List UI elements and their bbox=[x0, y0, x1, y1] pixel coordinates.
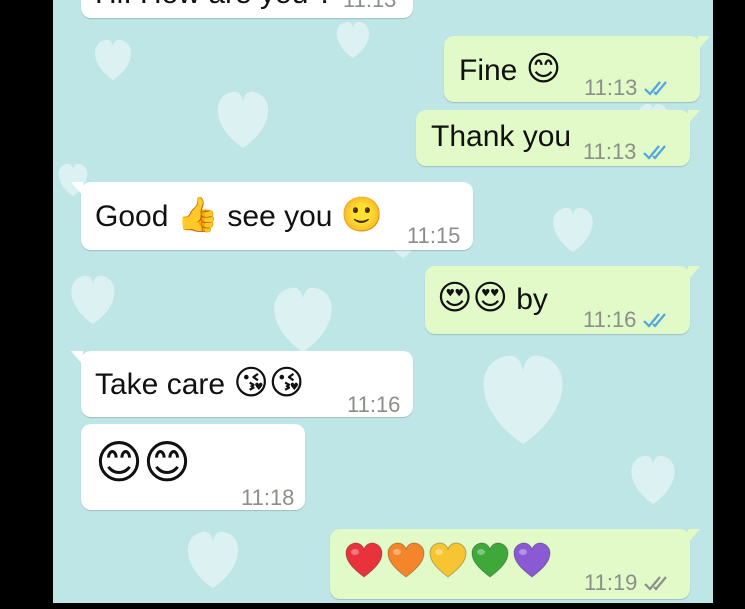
message-time: 11:19 bbox=[584, 570, 638, 595]
message-outgoing[interactable]: Fine 😊 11:13 bbox=[444, 36, 710, 102]
message-time: 11:16 bbox=[347, 392, 401, 417]
red-heart-emoji bbox=[345, 542, 383, 578]
message-status: 11:19 bbox=[584, 565, 673, 601]
kissing-face-emoji: 😘😘 bbox=[233, 363, 305, 403]
green-heart-emoji bbox=[471, 542, 509, 578]
wallpaper-heart-shape bbox=[631, 455, 675, 504]
message-time: 11:13 bbox=[583, 139, 637, 164]
message-status: 11:16 bbox=[583, 302, 672, 338]
message-incoming[interactable]: 😊😊 11:18 bbox=[81, 424, 305, 510]
slight-smile-emoji: 🙂 bbox=[340, 195, 384, 235]
message-time: 11:18 bbox=[241, 485, 295, 510]
bubble-tail bbox=[688, 529, 700, 543]
message-text: Good 👍 see you 🙂 bbox=[95, 195, 384, 235]
message-text: 😊😊 bbox=[95, 439, 191, 487]
chat-area[interactable]: Hi. How are you ? 11:13 Fine 😊 11:13 Tha… bbox=[53, 0, 713, 603]
double-check-delivered-icon bbox=[644, 576, 668, 591]
message-text: Fine 😊 bbox=[459, 49, 562, 89]
thumbs-up-emoji: 👍 bbox=[176, 195, 220, 235]
message-outgoing[interactable]: 11:19 bbox=[330, 529, 700, 601]
heart-emoji-row bbox=[344, 541, 554, 581]
purple-heart-emoji bbox=[513, 542, 551, 578]
wallpaper-heart-shape bbox=[217, 91, 269, 148]
double-check-read-icon bbox=[643, 313, 667, 328]
bubble-tail bbox=[688, 266, 700, 280]
message-text: Thank you bbox=[431, 120, 572, 153]
message-incoming[interactable]: Take care 😘😘 11:16 bbox=[71, 351, 413, 417]
wallpaper-heart-shape bbox=[274, 287, 332, 352]
message-status: 11:13 bbox=[584, 70, 673, 106]
wallpaper-heart-shape bbox=[553, 207, 593, 252]
orange-heart-emoji bbox=[387, 542, 425, 578]
double-check-read-icon bbox=[643, 145, 667, 160]
message-outgoing[interactable]: Thank you 11:13 bbox=[416, 110, 700, 166]
message-outgoing[interactable]: 😍😍 by 11:16 bbox=[425, 266, 700, 334]
wallpaper-heart-shape bbox=[95, 39, 131, 80]
message-time: 11:13 bbox=[343, 0, 396, 18]
wallpaper-heart-shape bbox=[483, 355, 563, 444]
message-text: Hi. How are you ? bbox=[95, 0, 333, 12]
smiling-face-emoji: 😊 bbox=[525, 49, 562, 89]
message-incoming[interactable]: Good 👍 see you 🙂 11:15 bbox=[71, 182, 473, 250]
message-text: Take care 😘😘 bbox=[95, 363, 305, 403]
bubble-tail bbox=[698, 36, 710, 50]
message-time: 11:15 bbox=[407, 223, 461, 248]
yellow-heart-emoji bbox=[429, 542, 467, 578]
wallpaper-heart-shape bbox=[71, 275, 115, 324]
smiling-face-emoji: 😊😊 bbox=[95, 435, 191, 489]
bubble-tail bbox=[688, 110, 700, 124]
double-check-read-icon bbox=[644, 81, 668, 96]
wallpaper-heart-shape bbox=[187, 531, 239, 588]
bubble-tail bbox=[71, 182, 83, 196]
message-text: 😍😍 by bbox=[437, 278, 548, 318]
bubble-tail bbox=[71, 351, 83, 365]
message-time: 11:16 bbox=[583, 307, 637, 332]
message-time: 11:13 bbox=[584, 75, 638, 100]
wallpaper-heart-shape bbox=[336, 21, 370, 58]
message-status: 11:13 bbox=[583, 134, 672, 170]
heart-eyes-emoji: 😍😍 bbox=[437, 278, 508, 318]
message-incoming[interactable]: Hi. How are you ? 11:13 bbox=[81, 0, 413, 18]
